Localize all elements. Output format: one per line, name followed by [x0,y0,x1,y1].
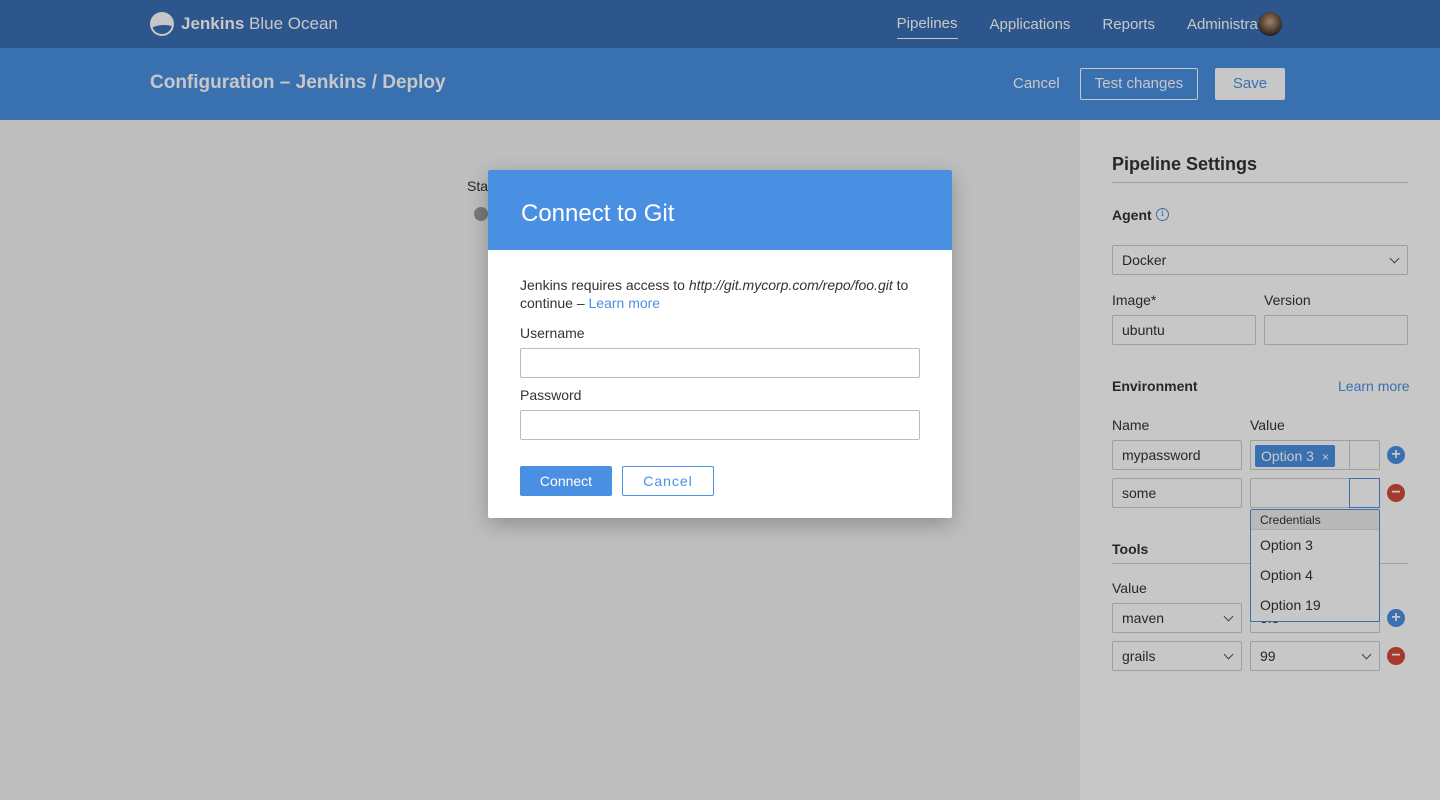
dialog-description: Jenkins requires access to http://git.my… [520,277,909,311]
connect-to-git-dialog: Connect to Git Jenkins requires access t… [488,170,952,518]
dialog-learn-more-link[interactable]: Learn more [589,295,661,311]
dialog-title: Connect to Git [521,200,675,227]
password-input[interactable] [520,410,920,440]
password-label: Password [520,387,582,403]
dialog-cancel-button[interactable]: Cancel [622,466,714,496]
connect-button[interactable]: Connect [520,466,612,496]
username-label: Username [520,325,585,341]
dialog-header: Connect to Git [488,170,952,250]
username-input[interactable] [520,348,920,378]
